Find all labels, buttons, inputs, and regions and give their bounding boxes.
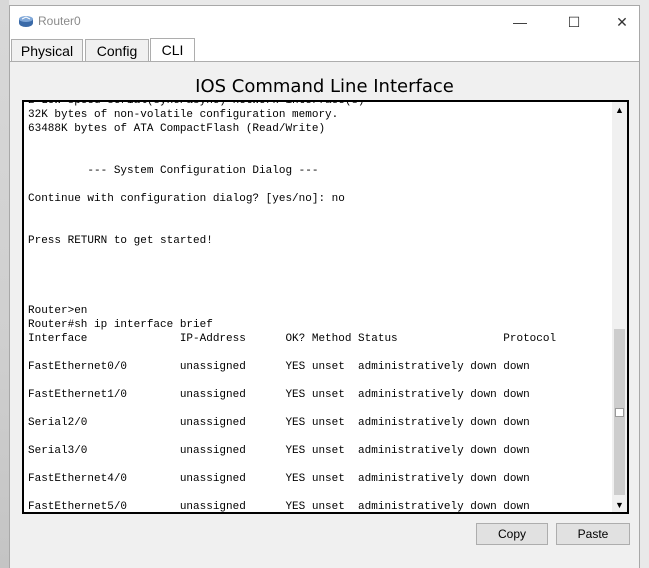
scroll-up-icon[interactable]: ▲ [612, 102, 627, 117]
tab-config[interactable]: Config [85, 39, 149, 61]
background-desktop [0, 0, 9, 568]
cli-heading: IOS Command Line Interface [195, 76, 454, 97]
router-window: Router0 — ☐ ✕ Physical Config CLI IOS Co… [9, 5, 640, 568]
terminal-output[interactable]: 2 Low-speed serial(sync/async) network i… [28, 102, 556, 512]
tab-physical[interactable]: Physical [11, 39, 83, 61]
cli-panel: IOS Command Line Interface 2 Low-speed s… [10, 61, 639, 568]
tab-cli[interactable]: CLI [150, 38, 195, 62]
copy-button[interactable]: Copy [476, 523, 548, 545]
maximize-button[interactable]: ☐ [551, 6, 597, 38]
terminal-console[interactable]: 2 Low-speed serial(sync/async) network i… [22, 100, 629, 514]
paste-button[interactable]: Paste [556, 523, 630, 545]
tab-bar: Physical Config CLI [10, 38, 639, 62]
minimize-button[interactable]: — [497, 6, 543, 38]
terminal-scrollbar[interactable]: ▲ ▼ [612, 102, 627, 512]
title-bar[interactable]: Router0 — ☐ ✕ [10, 6, 639, 38]
router-icon [19, 16, 33, 27]
window-title: Router0 [38, 14, 81, 28]
scroll-down-icon[interactable]: ▼ [612, 497, 627, 512]
close-button[interactable]: ✕ [599, 6, 645, 38]
scrollbar-grip [615, 408, 624, 417]
